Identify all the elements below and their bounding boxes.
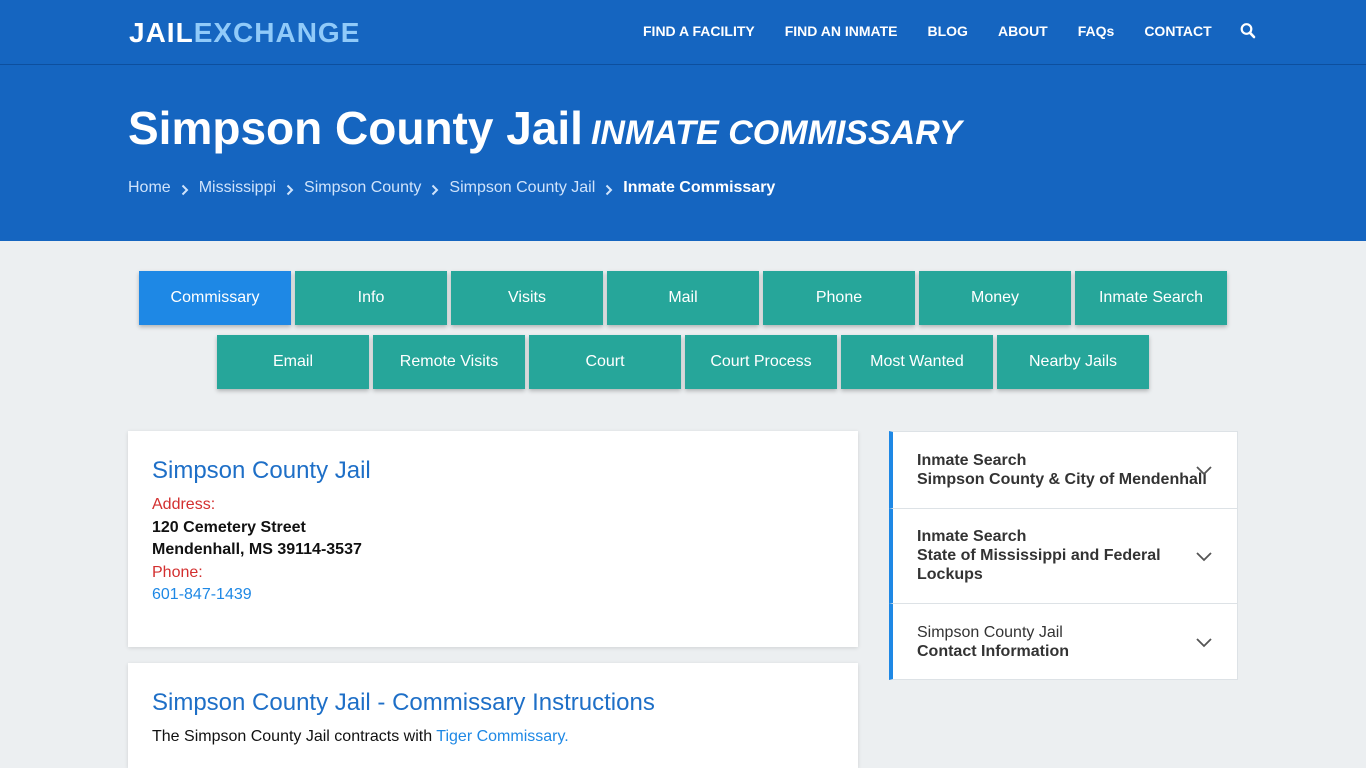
chevron-right-icon — [605, 182, 613, 196]
accordion-line-1: Simpson County Jail — [917, 624, 1063, 641]
accordion-label: Simpson County Jail Contact Information — [917, 623, 1069, 661]
chevron-right-icon — [181, 182, 189, 196]
chevron-down-icon[interactable] — [1195, 464, 1213, 476]
tab-court-process[interactable]: Court Process — [685, 335, 837, 389]
logo-part-exchange: EXCHANGE — [193, 17, 361, 48]
tab-money[interactable]: Money — [919, 271, 1071, 325]
instructions-text-body: The Simpson County Jail contracts with — [152, 728, 433, 745]
phone-label: Phone: — [152, 564, 203, 581]
breadcrumb-facility[interactable]: Simpson County Jail — [449, 178, 595, 198]
top-navbar: JAILEXCHANGE FIND A FACILITY FIND AN INM… — [0, 0, 1366, 65]
accordion-inmate-search-county[interactable]: Inmate Search Simpson County & City of M… — [889, 431, 1238, 509]
commissary-instructions-card: Simpson County Jail - Commissary Instruc… — [128, 663, 858, 768]
breadcrumb: Home Mississippi Simpson County Simpson … — [128, 178, 775, 198]
chevron-right-icon — [431, 182, 439, 196]
address-label: Address: — [152, 496, 216, 513]
nav-blog[interactable]: BLOG — [928, 22, 968, 40]
page-title-subtitle: Inmate Commissary — [590, 114, 962, 152]
logo-part-jail: JAIL — [129, 17, 194, 48]
accordion-inmate-search-state[interactable]: Inmate Search State of Mississippi and F… — [889, 508, 1238, 604]
accordion-label: Inmate Search Simpson County & City of M… — [917, 451, 1207, 489]
tab-email[interactable]: Email — [217, 335, 369, 389]
nav-find-facility[interactable]: FIND A FACILITY — [643, 22, 755, 40]
instructions-text: The Simpson County Jail contracts with T… — [152, 726, 569, 748]
accordion-label: Inmate Search State of Mississippi and F… — [917, 527, 1161, 584]
tab-visits[interactable]: Visits — [451, 271, 603, 325]
page-title: Simpson County Jail Inmate Commissary — [128, 101, 962, 160]
instructions-title: Simpson County Jail - Commissary Instruc… — [152, 689, 655, 716]
facility-info-card: Simpson County Jail Address: 120 Cemeter… — [128, 431, 858, 647]
accordion-line-1: Inmate Search — [917, 452, 1027, 469]
address-line-1: 120 Cemetery Street — [152, 519, 306, 536]
accordion-line-2: State of Mississippi and Federal — [917, 547, 1161, 564]
accordion-line-2: Contact Information — [917, 643, 1069, 660]
nav-faqs[interactable]: FAQs — [1078, 22, 1115, 40]
chevron-down-icon[interactable] — [1195, 550, 1213, 562]
breadcrumb-home[interactable]: Home — [128, 178, 171, 198]
tab-mail[interactable]: Mail — [607, 271, 759, 325]
tab-info[interactable]: Info — [295, 271, 447, 325]
tiger-commissary-link[interactable]: Tiger Commissary. — [436, 728, 568, 745]
tab-inmate-search[interactable]: Inmate Search — [1075, 271, 1227, 325]
tab-commissary[interactable]: Commissary — [139, 271, 291, 325]
phone-link[interactable]: 601-847-1439 — [152, 584, 252, 606]
page-title-main: Simpson County Jail — [128, 102, 583, 154]
address-line-2: Mendenhall, MS 39114-3537 — [152, 541, 362, 558]
page-hero: Simpson County Jail Inmate Commissary Hom… — [0, 65, 1366, 241]
tab-court[interactable]: Court — [529, 335, 681, 389]
chevron-right-icon — [286, 182, 294, 196]
breadcrumb-current: Inmate Commissary — [623, 179, 776, 196]
search-icon[interactable] — [1240, 22, 1256, 40]
accordion-line-3: Lockups — [917, 566, 983, 583]
site-logo[interactable]: JAILEXCHANGE — [129, 17, 360, 49]
breadcrumb-state[interactable]: Mississippi — [199, 178, 276, 198]
tab-nearby-jails[interactable]: Nearby Jails — [997, 335, 1149, 389]
facility-card-title[interactable]: Simpson County Jail — [152, 456, 371, 486]
tab-most-wanted[interactable]: Most Wanted — [841, 335, 993, 389]
accordion-line-2: Simpson County & City of Mendenhall — [917, 471, 1207, 488]
nav-about[interactable]: ABOUT — [998, 22, 1048, 40]
chevron-down-icon[interactable] — [1195, 636, 1213, 648]
main-nav: FIND A FACILITY FIND AN INMATE BLOG ABOU… — [643, 22, 1256, 40]
accordion-contact-information[interactable]: Simpson County Jail Contact Information — [889, 603, 1238, 680]
tab-phone[interactable]: Phone — [763, 271, 915, 325]
tab-remote-visits[interactable]: Remote Visits — [373, 335, 525, 389]
nav-contact[interactable]: CONTACT — [1144, 22, 1211, 40]
breadcrumb-county[interactable]: Simpson County — [304, 178, 421, 198]
accordion-line-1: Inmate Search — [917, 528, 1027, 545]
nav-find-inmate[interactable]: FIND AN INMATE — [785, 22, 898, 40]
